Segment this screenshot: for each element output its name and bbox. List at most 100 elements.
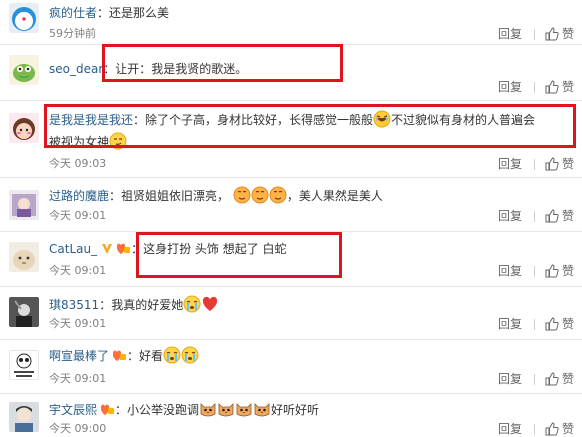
- reply-button[interactable]: 回复: [498, 317, 522, 331]
- colon: ：: [127, 349, 140, 363]
- colon: ：: [109, 189, 122, 203]
- fan-medal-icon: [101, 404, 115, 415]
- reply-button[interactable]: 回复: [498, 80, 522, 94]
- thumbs-up-icon: [545, 27, 559, 41]
- comment-actions: 回复 赞: [498, 371, 574, 387]
- avatar[interactable]: [9, 113, 39, 143]
- username[interactable]: 琪83511: [49, 298, 99, 312]
- comment-row: 宇文辰熙 ：小公举没跑调 好听好听 今天 09:00 回复 赞: [0, 394, 582, 437]
- crying-emoji-icon: [183, 295, 201, 313]
- fan-medal-icon: [113, 350, 127, 361]
- comment-row: 啊宣最棒了 ：好看 今天 09:01 回复 赞: [0, 340, 582, 394]
- username[interactable]: 过路的魔鹿: [49, 189, 109, 203]
- comment-time: 今天 09:01: [49, 317, 107, 330]
- red-heart-icon: [203, 296, 218, 311]
- comment-text: 好看: [139, 349, 164, 363]
- highlight-box: [136, 232, 342, 278]
- like-label: 赞: [561, 264, 574, 278]
- reply-button[interactable]: 回复: [498, 209, 522, 223]
- like-button[interactable]: 赞: [545, 157, 574, 171]
- reply-button[interactable]: 回复: [498, 372, 522, 386]
- avatar[interactable]: [9, 297, 39, 327]
- username[interactable]: seo_dear: [49, 62, 103, 76]
- like-label: 赞: [561, 209, 574, 223]
- divider: [533, 159, 535, 170]
- heart-eyes-emoji-icon: [269, 186, 287, 204]
- comment-row: 过路的魔鹿：祖贤姐姐依旧漂亮， ，美人果然是美人 今天 09:01 回复 赞: [0, 178, 582, 232]
- username[interactable]: 啊宣最棒了: [49, 349, 109, 363]
- like-button[interactable]: 赞: [545, 317, 574, 331]
- cat-emoji-icon: [236, 403, 252, 417]
- avatar[interactable]: [9, 3, 39, 33]
- like-label: 赞: [561, 27, 574, 41]
- comment-time: 今天 09:01: [49, 372, 107, 385]
- cat-emoji-icon: [218, 403, 234, 417]
- heart-eyes-emoji-icon: [233, 186, 251, 204]
- thumbs-up-icon: [545, 317, 559, 331]
- reply-button[interactable]: 回复: [498, 264, 522, 278]
- highlight-box: [102, 44, 343, 82]
- comment-text: ，美人果然是美人: [286, 189, 383, 203]
- comment-actions: 回复 赞: [498, 263, 574, 279]
- username[interactable]: CatLau_: [49, 242, 97, 256]
- comment-actions: 回复 赞: [498, 156, 574, 172]
- comment-actions: 回复 赞: [498, 316, 574, 332]
- like-button[interactable]: 赞: [545, 27, 574, 41]
- comment-text: 好听好听: [271, 403, 320, 417]
- divider: [533, 82, 535, 93]
- colon: ：: [97, 6, 110, 20]
- comment-actions: 回复 赞: [498, 208, 574, 224]
- comment-text: 小公举没跑调: [127, 403, 200, 417]
- crying-emoji-icon: [181, 346, 199, 364]
- like-button[interactable]: 赞: [545, 80, 574, 94]
- thumbs-up-icon: [545, 372, 559, 386]
- divider: [533, 266, 535, 277]
- like-label: 赞: [561, 372, 574, 386]
- crying-emoji-icon: [163, 346, 181, 364]
- divider: [533, 29, 535, 40]
- like-button[interactable]: 赞: [545, 422, 574, 436]
- comment-text: 祖贤姐姐依旧漂亮，: [121, 189, 230, 203]
- comment-row: 疯的仕者：还是那么美 59分钟前 回复 赞: [0, 0, 582, 45]
- reply-button[interactable]: 回复: [498, 422, 522, 436]
- thumbs-up-icon: [545, 264, 559, 278]
- divider: [533, 374, 535, 385]
- comment-actions: 回复 赞: [498, 421, 574, 437]
- like-label: 赞: [561, 157, 574, 171]
- comment-text: 我真的好爱她: [111, 298, 184, 312]
- username[interactable]: 宇文辰熙: [49, 403, 97, 417]
- divider: [533, 211, 535, 222]
- cat-emoji-icon: [200, 403, 216, 417]
- reply-button[interactable]: 回复: [498, 157, 522, 171]
- highlight-box: [44, 104, 576, 148]
- avatar[interactable]: [9, 55, 39, 85]
- thumbs-up-icon: [545, 422, 559, 436]
- divider: [533, 424, 535, 435]
- comment-time: 今天 09:01: [49, 264, 107, 277]
- avatar[interactable]: [9, 190, 39, 220]
- comment-text: 还是那么美: [109, 6, 170, 20]
- comment-time: 59分钟前: [49, 27, 96, 40]
- verified-v-icon: [102, 244, 113, 254]
- avatar[interactable]: [9, 350, 39, 380]
- comment-time: 今天 09:03: [49, 157, 107, 170]
- like-button[interactable]: 赞: [545, 372, 574, 386]
- reply-button[interactable]: 回复: [498, 27, 522, 41]
- username[interactable]: 疯的仕者: [49, 6, 97, 20]
- like-button[interactable]: 赞: [545, 264, 574, 278]
- like-label: 赞: [561, 317, 574, 331]
- thumbs-up-icon: [545, 209, 559, 223]
- colon: ：: [99, 298, 112, 312]
- avatar[interactable]: [9, 402, 39, 432]
- colon: ：: [115, 403, 128, 417]
- divider: [533, 319, 535, 330]
- comment-row: 琪83511：我真的好爱她 今天 09:01 回复 赞: [0, 287, 582, 340]
- like-button[interactable]: 赞: [545, 209, 574, 223]
- comment-time: 今天 09:01: [49, 209, 107, 222]
- heart-eyes-emoji-icon: [251, 186, 269, 204]
- thumbs-up-icon: [545, 80, 559, 94]
- cat-emoji-icon: [254, 403, 270, 417]
- fan-medal-icon: [117, 243, 131, 254]
- thumbs-up-icon: [545, 157, 559, 171]
- avatar[interactable]: [9, 242, 39, 272]
